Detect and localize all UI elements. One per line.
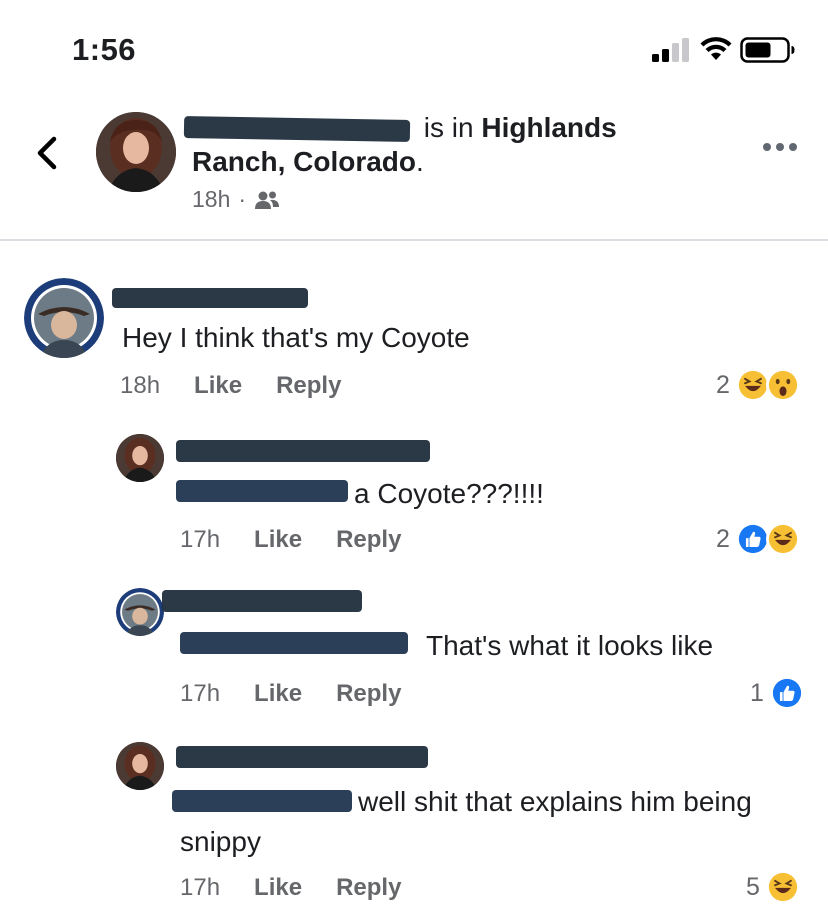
commenter-avatar[interactable] [116,434,164,482]
profile-photo-icon [96,112,176,192]
is-in-text: is in [423,112,474,143]
comment-actions: 17h Like Reply [180,526,401,554]
wifi-icon [700,37,732,60]
comment-text: Hey I think that's my Coyote [122,322,470,353]
meta-separator: · [238,186,247,212]
header-divider [0,239,828,241]
location-period: . [416,146,424,177]
more-options-icon[interactable] [762,140,798,154]
post-header-line2: Ranch, Colorado. [192,146,424,178]
status-bar: 1:56 [0,0,828,100]
badge-profile-photo-icon [24,278,104,358]
reaction-summary[interactable]: 5 [746,870,800,904]
comment-text-line2: snippy [180,826,261,857]
haha-icon [765,870,800,904]
like-button[interactable]: Like [194,372,242,400]
haha-icon [765,522,800,556]
wow-icon [765,368,800,402]
post-timestamp[interactable]: 18h [192,186,230,213]
like-icon [769,676,804,710]
battery-icon [740,37,795,63]
redacted-mention [172,790,352,812]
comment-timestamp[interactable]: 17h [180,874,220,902]
reply-button[interactable]: Reply [336,680,401,708]
friends-privacy-icon[interactable] [254,190,280,210]
comment-timestamp[interactable]: 17h [180,526,220,554]
comment-actions: 17h Like Reply [180,874,401,902]
author-avatar[interactable] [96,112,176,192]
redacted-commenter-name [176,746,428,768]
comment-timestamp[interactable]: 17h [180,680,220,708]
reaction-summary[interactable]: 2 [716,522,800,556]
redacted-commenter-name [162,590,362,612]
redacted-commenter-name [112,288,308,308]
reaction-count: 2 [716,524,730,553]
post-header: is in Highlands Ranch, Colorado. 18h · [0,100,828,240]
reaction-count: 2 [716,370,730,399]
location-line2[interactable]: Ranch, Colorado [192,146,416,177]
redacted-mention [176,480,348,502]
comment-text: That's what it looks like [426,630,714,661]
like-button[interactable]: Like [254,680,302,708]
post-meta: 18h · [192,186,280,213]
status-time: 1:56 [72,32,137,67]
like-button[interactable]: Like [254,874,302,902]
profile-photo-icon [116,434,164,482]
reply-button[interactable]: Reply [336,526,401,554]
reply-button[interactable]: Reply [276,372,341,400]
haha-icon [735,368,770,402]
redacted-mention [180,632,408,654]
reaction-count: 5 [746,872,760,901]
comment-text-line1: well shit that explains him being [358,786,752,817]
reply-button[interactable]: Reply [336,874,401,902]
comment-text: a Coyote???!!!! [354,478,544,509]
location-line1[interactable]: Highlands [481,112,616,143]
like-button[interactable]: Like [254,526,302,554]
reaction-summary[interactable]: 1 [750,676,804,710]
like-icon [735,522,770,556]
commenter-avatar[interactable] [116,588,164,636]
badge-profile-photo-icon [116,588,164,636]
redacted-commenter-name [176,440,430,462]
reaction-count: 1 [750,678,764,707]
commenter-avatar[interactable] [116,742,164,790]
comment-timestamp[interactable]: 18h [120,372,160,400]
reaction-summary[interactable]: 2 [716,368,800,402]
post-header-line1: is in Highlands [192,112,617,144]
comment-actions: 17h Like Reply [180,680,401,708]
comment-actions: 18h Like Reply [120,372,341,400]
back-chevron-icon[interactable] [30,134,64,172]
cellular-signal-icon [652,38,689,62]
profile-photo-icon [116,742,164,790]
commenter-avatar[interactable] [24,278,104,358]
